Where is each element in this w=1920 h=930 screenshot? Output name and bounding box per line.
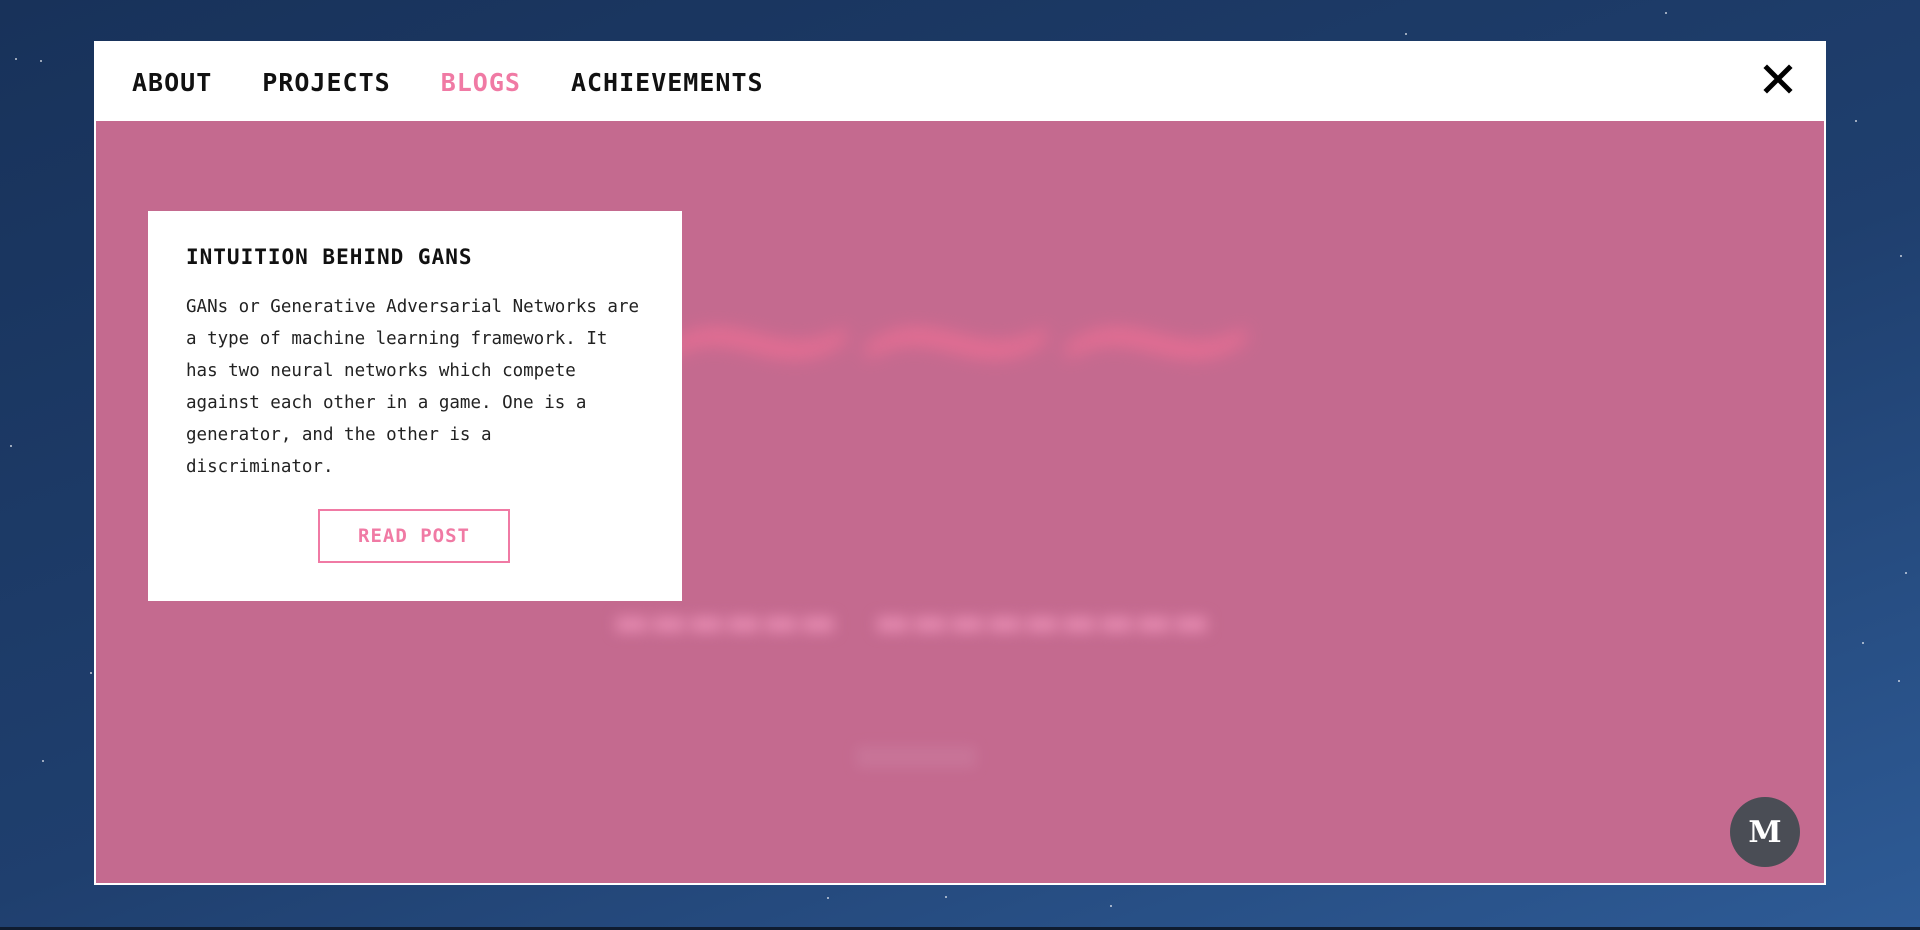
star bbox=[1110, 905, 1112, 907]
blurred-background-subtitle: ▬▬▬▬▬▬ ▬▬▬▬▬▬▬▬▬ bbox=[616, 591, 1213, 651]
nav-item-projects[interactable]: PROJECTS bbox=[262, 68, 390, 97]
blurred-background-signature: ⁓⁓⁓ bbox=[656, 221, 1256, 454]
star bbox=[15, 58, 17, 60]
top-nav: ABOUT PROJECTS BLOGS ACHIEVEMENTS bbox=[96, 43, 1824, 121]
star bbox=[1898, 680, 1900, 682]
nav-item-about[interactable]: ABOUT bbox=[132, 68, 212, 97]
read-post-button[interactable]: READ POST bbox=[318, 509, 510, 563]
star bbox=[1855, 120, 1857, 122]
nav-item-achievements[interactable]: ACHIEVEMENTS bbox=[571, 68, 764, 97]
star bbox=[40, 60, 42, 62]
star bbox=[827, 897, 829, 899]
content-area: ⁓⁓⁓ ▬▬▬▬▬▬ ▬▬▬▬▬▬▬▬▬ INTUITION BEHIND GA… bbox=[96, 121, 1824, 883]
star bbox=[1665, 12, 1667, 14]
modal-window: ABOUT PROJECTS BLOGS ACHIEVEMENTS ⁓⁓⁓ ▬▬… bbox=[94, 41, 1826, 885]
blog-excerpt: GANs or Generative Adversarial Networks … bbox=[186, 297, 640, 477]
star bbox=[1900, 255, 1902, 257]
star bbox=[10, 445, 12, 447]
nav-item-blogs[interactable]: BLOGS bbox=[441, 68, 521, 97]
blurred-background-hint bbox=[856, 746, 976, 768]
close-icon[interactable] bbox=[1762, 63, 1794, 95]
star bbox=[1862, 642, 1864, 644]
blog-card: INTUITION BEHIND GANS GANs or Generative… bbox=[148, 211, 682, 601]
medium-button[interactable]: M bbox=[1730, 797, 1800, 867]
star bbox=[1405, 33, 1407, 35]
star bbox=[90, 672, 92, 674]
blog-title: INTUITION BEHIND GANS bbox=[186, 245, 473, 269]
star bbox=[1905, 572, 1907, 574]
star bbox=[42, 760, 44, 762]
medium-icon: M bbox=[1748, 814, 1782, 850]
star bbox=[945, 896, 947, 898]
